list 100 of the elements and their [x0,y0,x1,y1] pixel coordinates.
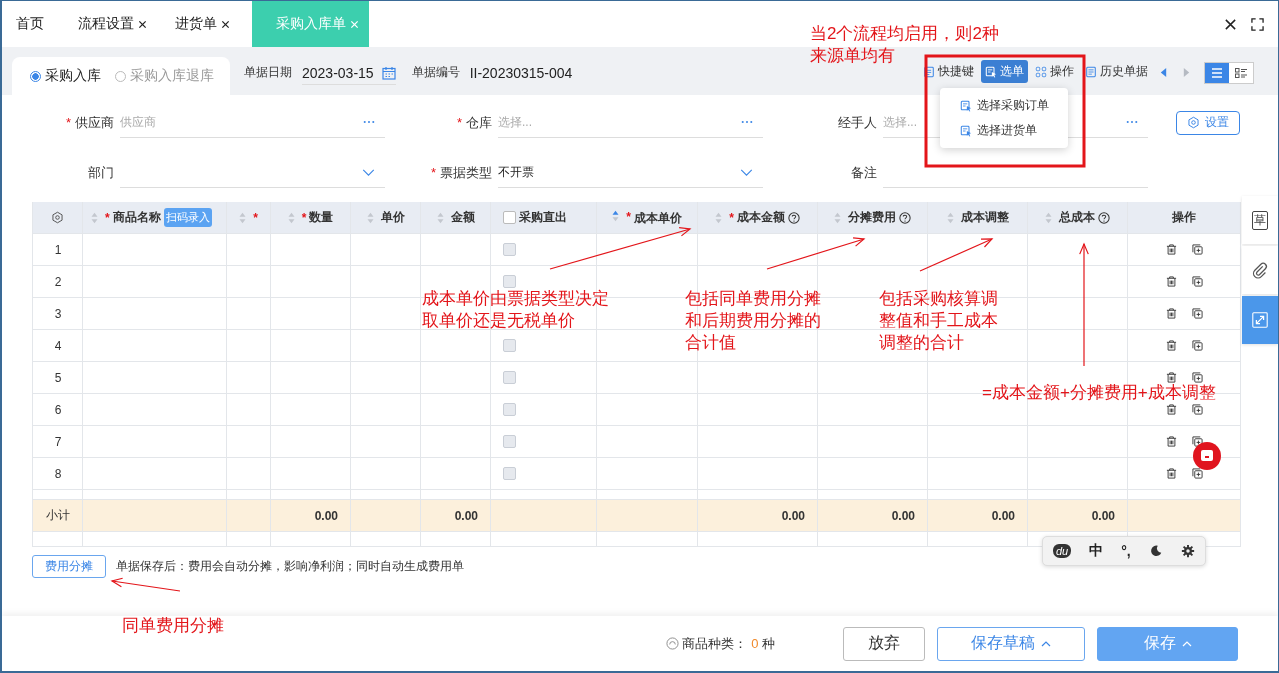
subtotal-cell: 小计 [33,500,83,532]
field-label: 票据类型 [440,163,492,182]
row-number: 6 [54,402,62,417]
settings-icon[interactable] [51,211,64,224]
required-mark: * [626,210,631,224]
chevron-down-icon[interactable] [362,168,375,176]
close-icon[interactable] [138,19,147,29]
toolbar-button[interactable]: 操作 [1031,60,1078,83]
draft-button[interactable]: 草 [1242,196,1278,244]
subtotal-cell: 0.00 [698,500,818,532]
date-field[interactable]: 2023-03-15 [302,65,396,85]
trash-icon[interactable] [1166,436,1177,447]
previous-arrow-icon[interactable] [1159,67,1168,78]
trash-icon[interactable] [1166,276,1177,287]
subtotal-cell [351,500,421,532]
row-number: 2 [54,274,62,289]
arrow [110,577,181,592]
menu-item[interactable]: 选择采购订单 [940,93,1068,118]
moon-icon[interactable] [1148,544,1163,558]
detail-list-icon [1234,67,1248,79]
page-tab[interactable]: 进货单 [161,1,244,47]
trash-icon[interactable] [1166,340,1177,351]
cost-allocation-button[interactable]: 费用分摊 [32,555,106,578]
trash-icon[interactable] [1166,372,1177,383]
item-count: 商品种类： 0 种 [682,634,775,653]
copy-icon[interactable] [1192,340,1203,351]
attachment-button[interactable] [1242,246,1278,294]
toolbar-button[interactable]: 历史单据 [1081,60,1152,83]
column-title: 成本金额 [736,209,785,226]
close-icon[interactable] [221,19,230,29]
subtotal-cell [227,500,271,532]
subtotal-cell: 0.00 [421,500,491,532]
required-mark: * [430,165,436,180]
checkbox[interactable] [503,211,516,224]
row-number: 5 [54,370,62,385]
page-tab[interactable]: 流程设置 [64,1,161,47]
input-mode-button[interactable]: 中 [1089,542,1104,560]
document-list-icon [1085,65,1097,78]
copy-icon[interactable] [1192,468,1203,479]
calendar-icon[interactable] [381,66,396,80]
settings-icon [1187,116,1200,129]
caret-icon [1041,640,1051,647]
close-icon[interactable] [1224,17,1237,31]
more-icon[interactable] [741,120,753,124]
column-title: 数量 [309,209,334,226]
input-field[interactable]: 不开票 [498,157,763,188]
copy-icon[interactable] [1192,372,1203,383]
column-title: 总成本 [1059,209,1095,226]
annotation-text: 同单费用分摊 [122,615,224,637]
copy-icon[interactable] [1192,244,1203,255]
document-pointer-icon [985,65,997,78]
input-mode-button[interactable]: °, [1121,543,1131,559]
number-label: 单据编号 [411,64,460,81]
detail-view-button[interactable] [1229,63,1253,83]
input-method-logo[interactable]: du [1053,544,1072,558]
expand-icon [1251,311,1269,329]
save-draft-button[interactable]: 保存草稿 [937,626,1085,661]
help-icon[interactable] [787,211,800,224]
fullscreen-icon[interactable] [1251,17,1264,31]
field-label: 供应商 [75,113,114,132]
required-mark: * [65,115,71,130]
radio-option[interactable]: 采购入库 [30,67,101,85]
record-icon[interactable] [1192,441,1222,471]
trash-icon[interactable] [1166,468,1177,479]
grid-icon [1035,65,1047,78]
chevron-down-icon[interactable] [740,168,753,176]
column-title: 采购直出 [519,209,567,226]
subtotal-cell: 0.00 [1028,500,1128,532]
settings-button[interactable]: 设置 [1176,110,1240,135]
annotation-text: =成本金额+分摊费用+成本调整 [982,382,1216,404]
copy-icon[interactable] [1192,436,1203,447]
required-mark: * [105,210,110,225]
required-mark: * [301,210,307,225]
settings-icon[interactable] [1180,544,1195,558]
help-icon[interactable] [899,211,911,224]
column-title: 操作 [1172,209,1196,226]
toolbar-button[interactable]: 选单 [981,60,1028,83]
copy-icon[interactable] [1192,404,1203,415]
column-title: 商品名称 [112,209,161,226]
menu-item[interactable]: 选择进货单 [940,118,1068,143]
annotation-text: 包括同单费用分摊 和后期费用分摊的 合计值 [685,288,821,354]
caret-icon [1181,640,1192,647]
trash-icon[interactable] [1166,404,1177,415]
page-tab[interactable]: 首页 [2,1,64,47]
help-icon[interactable] [1098,211,1110,224]
trash-icon[interactable] [1166,244,1177,255]
required-mark: * [729,210,734,225]
allocation-note: 单据保存后：费用会自动分摊，影响净利润；同时自动生成费用单 [116,558,464,575]
subtotal-cell: 0.00 [818,500,928,532]
discard-button[interactable]: 放弃 [843,626,925,661]
column-title: 成本调整 [960,209,1009,226]
row-number: 8 [54,466,62,481]
copy-icon[interactable] [1192,276,1203,287]
trash-icon[interactable] [1166,308,1177,319]
copy-icon[interactable] [1192,308,1203,319]
sort-icon[interactable] [612,210,620,222]
more-icon[interactable] [1126,120,1138,124]
more-icon[interactable] [363,120,375,124]
list-icon [1210,67,1224,79]
column-title: 分摊费用 [848,209,896,226]
